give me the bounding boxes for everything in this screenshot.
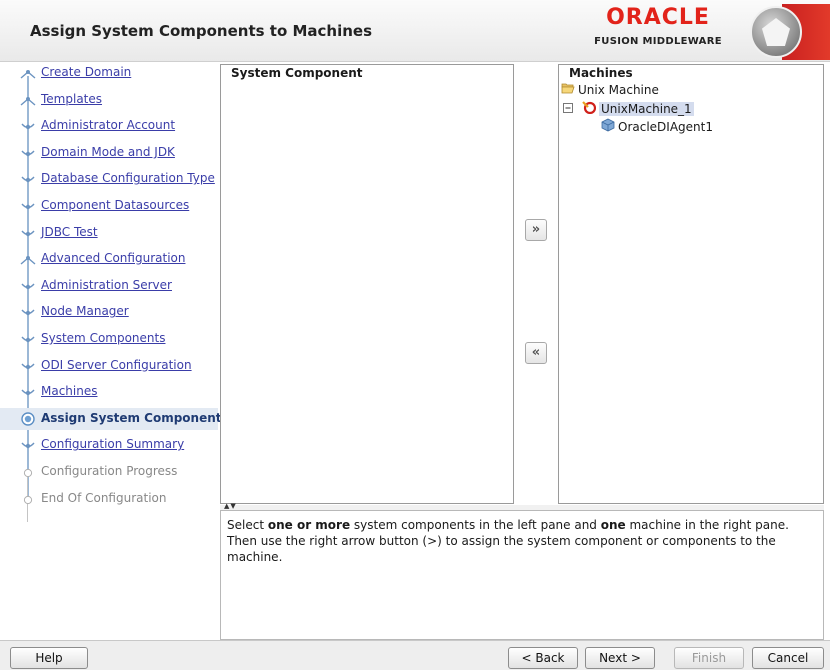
completed-step-icon [20,228,36,238]
pending-step-icon [23,494,39,504]
system-component-pane[interactable]: System Component [220,64,514,504]
nav-step-label: Configuration Summary [41,437,185,452]
cancel-button[interactable]: Cancel [752,647,824,669]
completed-step-icon [20,334,36,344]
completed-branch-step-icon [20,68,36,79]
completed-step-icon [20,387,36,397]
completed-branch-step-icon [20,254,36,265]
nav-step-label: Component Datasources [41,198,190,212]
tree-node-oracle-di-agent[interactable]: OracleDIAgent1 [601,118,713,135]
assign-left-arrow-button[interactable]: « [525,342,547,364]
nav-step-jdbc-test[interactable]: JDBC Test [0,222,218,244]
nav-step-configuration-progress: Configuration Progress [0,461,218,483]
machine-icon [582,100,597,117]
machines-header: Machines [569,66,633,80]
assign-right-arrow-button[interactable]: » [525,219,547,241]
nav-step-label: Templates [41,91,103,106]
completed-step-icon [20,361,36,371]
help-button[interactable]: Help [10,647,88,669]
nav-step-configuration-summary[interactable]: Configuration Summary [0,434,218,456]
splitter-grip-icon[interactable]: ▲▼ [224,502,237,510]
nav-step-label: JDBC Test [41,224,98,239]
nav-step-administration-server[interactable]: Administration Server [0,275,218,297]
nav-step-label: Machines [41,384,98,399]
nav-step-label: Assign System Component [41,410,222,425]
wizard-step-nav: Create Domain Templates Administrator Acco… [0,62,222,640]
nav-step-component-datasources[interactable]: Component Datasources [0,195,218,217]
nav-step-odi-server-configuration[interactable]: ODI Server Configuration [0,355,218,377]
page-title: Assign System Components to Machines [30,22,373,40]
back-button[interactable]: < Back [508,647,578,669]
tree-node-label: OracleDIAgent1 [618,119,713,134]
current-step-icon [21,412,37,426]
nav-step-system-components[interactable]: System Components [0,328,218,350]
nav-step-label: System Components [41,331,166,345]
completed-branch-step-icon [20,95,36,106]
description-text: Select [227,518,268,532]
nav-step-label: Domain Mode and JDK [41,144,175,159]
fusion-middleware-label: FUSION MIDDLEWARE [594,36,722,47]
description-text: system components in the left pane and [350,518,601,532]
nav-step-advanced-configuration[interactable]: Advanced Configuration [0,248,218,270]
completed-step-icon [20,148,36,158]
system-component-header: System Component [231,66,363,80]
tree-node-unix-machine[interactable]: Unix Machine [561,82,659,97]
completed-step-icon [20,307,36,317]
component-cube-icon [601,118,615,135]
completed-step-icon [20,174,36,184]
nav-step-machines[interactable]: Machines [0,381,218,403]
completed-step-icon [20,440,36,450]
nav-step-create-domain[interactable]: Create Domain [0,62,218,84]
nav-step-templates[interactable]: Templates [0,89,218,111]
collapse-toggle-icon[interactable] [563,102,573,116]
nav-step-domain-mode-and-jdk[interactable]: Domain Mode and JDK [0,142,218,164]
folder-open-icon [561,82,575,97]
nav-step-database-configuration-type[interactable]: Database Configuration Type [0,168,218,190]
nav-step-assign-system-component[interactable]: Assign System Component [0,407,222,430]
oracle-wordmark: ORACLE [606,5,710,30]
pending-step-icon [23,467,39,478]
nav-step-label: Configuration Progress [41,464,178,478]
nav-step-label: Advanced Configuration [41,251,186,266]
nav-step-label: Database Configuration Type [41,171,215,186]
nav-step-node-manager[interactable]: Node Manager [0,301,218,323]
fusion-emblem-icon [742,4,830,60]
description-emphasis: one or more [267,518,351,532]
nav-step-end-of-configuration: End Of Configuration [0,488,218,510]
nav-step-label: Create Domain [41,65,132,79]
description-panel: Select one or more system components in … [220,510,824,640]
nav-step-administrator-account[interactable]: Administrator Account [0,115,218,137]
tree-node-label: UnixMachine_1 [599,101,694,116]
finish-button[interactable]: Finish [674,647,744,669]
nav-step-label: Node Manager [41,304,129,319]
completed-step-icon [20,121,36,131]
nav-step-label: Administration Server [41,277,172,292]
description-emphasis: one [600,518,626,532]
machines-pane[interactable]: Machines Unix Machine UnixMachine_1 Orac… [558,64,824,504]
header-bar: Assign System Components to Machines ORA… [0,0,830,62]
nav-step-label: Administrator Account [41,118,176,133]
next-button[interactable]: Next > [585,647,655,669]
footer-bar: Help < Back Next > Finish Cancel [0,640,830,670]
oracle-logo: ORACLE FUSION MIDDLEWARE [588,5,728,48]
nav-step-label: End Of Configuration [41,490,167,505]
completed-step-icon [20,281,36,291]
completed-step-icon [20,201,36,211]
tree-node-unixmachine-1[interactable]: UnixMachine_1 [563,100,694,117]
nav-step-label: ODI Server Configuration [41,357,192,372]
tree-node-label: Unix Machine [578,82,659,97]
